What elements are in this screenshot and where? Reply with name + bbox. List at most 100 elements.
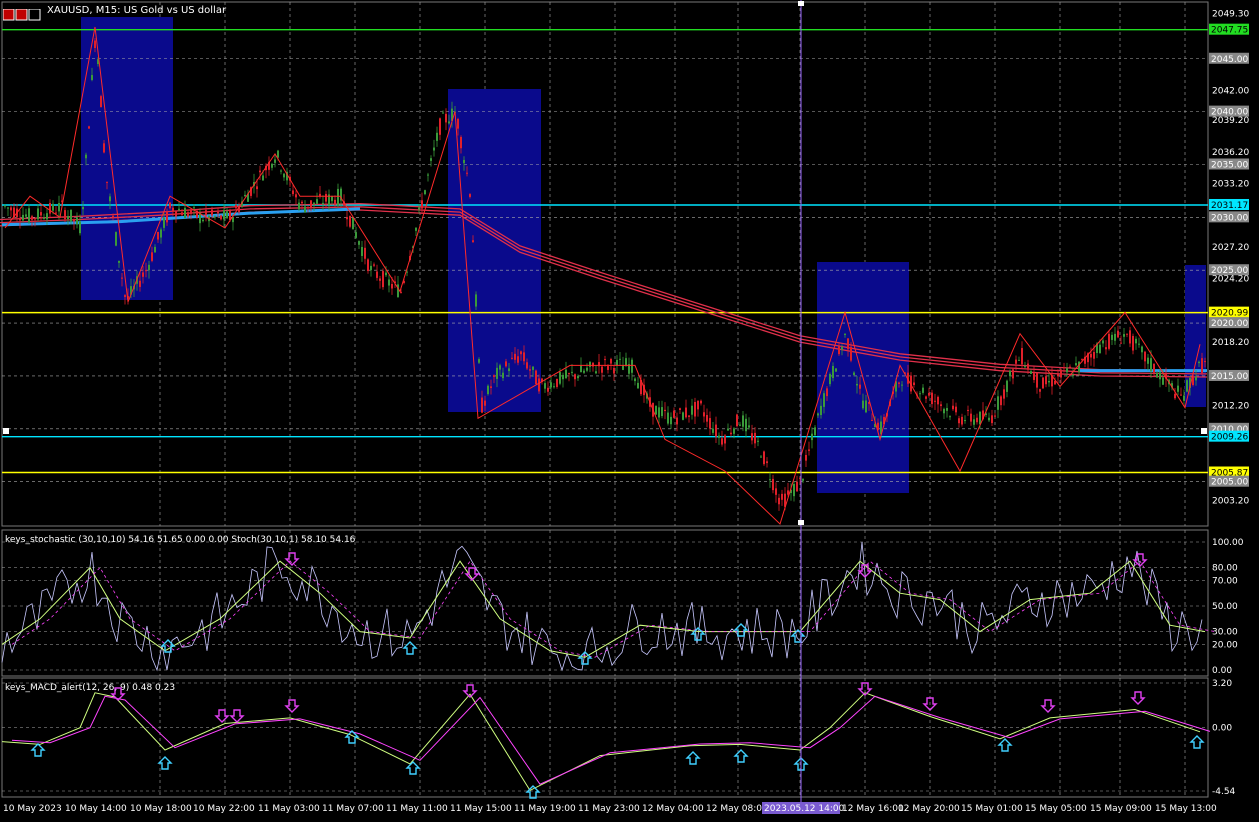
candle-body (175, 211, 177, 217)
candle-body (601, 366, 603, 373)
candle-body (493, 375, 495, 377)
candle-body (850, 346, 852, 361)
candle-body (373, 264, 375, 266)
candle-body (304, 206, 306, 213)
candle-body (835, 368, 837, 372)
candle-body (661, 407, 663, 417)
zigzag-line (4, 26, 1201, 525)
candle-body (937, 396, 939, 405)
candle-body (538, 378, 540, 392)
candle-body (40, 212, 42, 216)
macd-axis-tick: 0.00 (1212, 724, 1232, 734)
candle-body (157, 232, 159, 240)
candle-body (433, 147, 435, 151)
candle-body (1018, 359, 1020, 361)
candle-body (928, 392, 930, 396)
candle-body (901, 384, 903, 386)
candle-body (526, 362, 528, 369)
chart-window-icon[interactable] (2, 6, 43, 21)
candle-body (331, 196, 333, 202)
candle-body (742, 415, 744, 427)
candle-body (1099, 344, 1101, 354)
candle-body (430, 158, 432, 161)
stochastic-axis-tick: 70.00 (1212, 576, 1238, 586)
candle-body (613, 367, 615, 374)
candle-body (610, 358, 612, 364)
price-axis-tick: 2033.20 (1212, 180, 1249, 190)
price-axis-tick: 2012.20 (1212, 402, 1249, 412)
candle-body (34, 218, 36, 220)
candle-body (736, 414, 738, 427)
candle-body (733, 428, 735, 434)
crosshair-handle (798, 1, 804, 6)
candle-body (79, 221, 81, 234)
candle-body (100, 96, 102, 108)
candle-body (355, 232, 357, 238)
candle-body (307, 206, 309, 209)
candle-body (547, 387, 549, 392)
candle-body (1162, 377, 1164, 385)
candle-body (1030, 371, 1032, 374)
candle-body (1081, 358, 1083, 360)
level-label: 2035.00 (1211, 160, 1248, 170)
candle-body (310, 200, 312, 208)
candle-body (121, 277, 123, 279)
candle-body (1090, 353, 1092, 358)
candle-body (361, 246, 363, 256)
candle-body (109, 196, 111, 202)
candle-body (1042, 377, 1044, 389)
candle-body (169, 202, 171, 209)
candle-body (262, 175, 264, 181)
candle-body (1177, 385, 1179, 392)
candle-body (793, 483, 795, 497)
candle-body (226, 211, 228, 219)
candle-body (313, 202, 315, 205)
candle-body (820, 405, 822, 416)
time-axis-label: 15 May 09:00 (1090, 804, 1152, 814)
candle-body (688, 415, 690, 417)
candle-body (757, 440, 759, 442)
time-axis-label: 11 May 15:00 (450, 804, 512, 814)
chart-canvas[interactable]: 2049.302045.002042.002039.202036.202033.… (0, 0, 1259, 822)
level-label: 2047.75 (1211, 26, 1248, 36)
candle-body (712, 428, 714, 433)
candle-body (418, 207, 420, 210)
candle-body (556, 378, 558, 387)
candle-body (859, 384, 861, 389)
time-axis-label: 15 May 01:00 (961, 804, 1023, 814)
arrow-down-icon (462, 684, 478, 698)
candle-body (961, 416, 963, 425)
candle-body (721, 438, 723, 445)
candle-body (142, 272, 144, 277)
candle-body (1021, 348, 1023, 365)
candle-body (811, 433, 813, 441)
candle-body (775, 488, 777, 495)
time-axis-label: 15 May 05:00 (1025, 804, 1087, 814)
candle-body (637, 382, 639, 389)
candle-body (256, 186, 258, 190)
candle-body (298, 202, 300, 210)
candle-body (1180, 394, 1182, 396)
candle-body (730, 432, 732, 435)
candle-body (1153, 363, 1155, 373)
candle-body (463, 159, 465, 164)
candle-body (856, 383, 858, 386)
level-handle (3, 428, 9, 434)
candle-body (151, 252, 153, 261)
candle-body (511, 357, 513, 359)
candle-body (217, 211, 219, 214)
arrow-up-icon (733, 749, 749, 763)
candle-body (1129, 330, 1131, 344)
level-label: 2005.00 (1211, 478, 1248, 488)
candle-body (352, 217, 354, 230)
candle-body (658, 407, 660, 418)
candle-body (457, 118, 459, 129)
candle-body (544, 383, 546, 389)
candle-body (82, 206, 84, 210)
candle-body (574, 374, 576, 380)
candle-body (223, 210, 225, 220)
candle-body (841, 346, 843, 350)
candle-body (85, 154, 87, 159)
candle-body (1156, 372, 1158, 378)
candle-body (988, 417, 990, 421)
